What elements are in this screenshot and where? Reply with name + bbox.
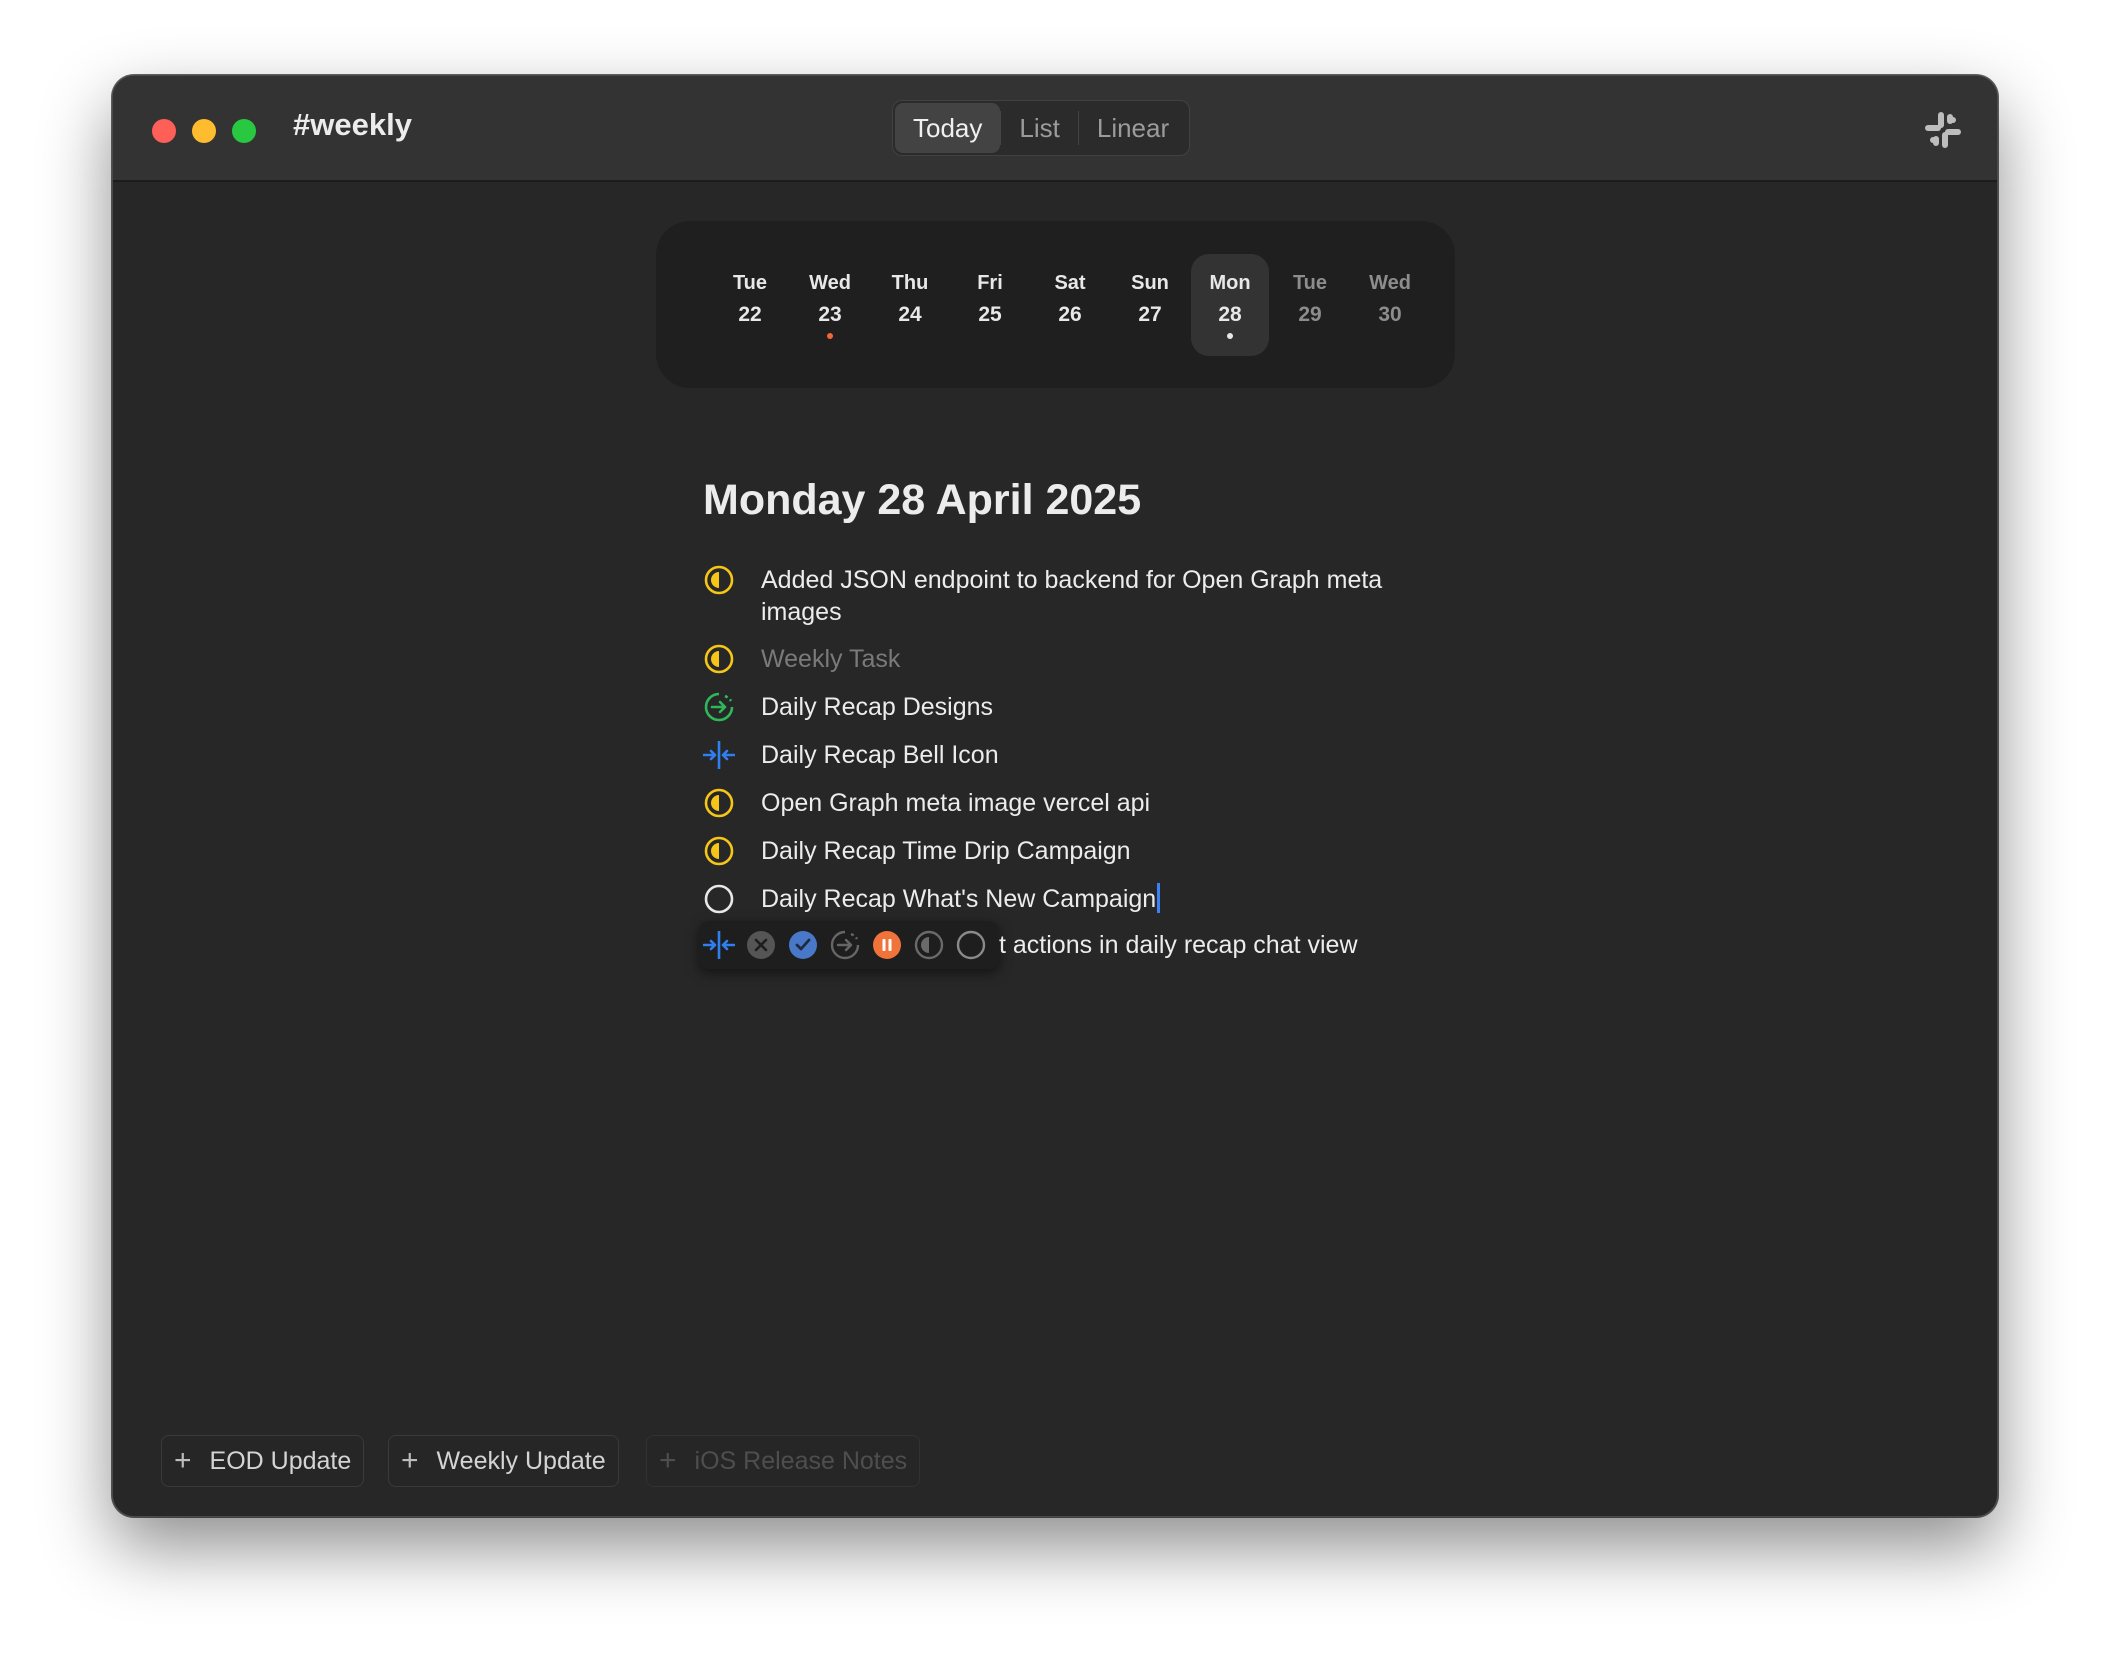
minimize-window-button[interactable] bbox=[192, 119, 216, 143]
day-number: 22 bbox=[738, 302, 762, 326]
paused-icon[interactable] bbox=[871, 929, 903, 961]
day-number: 23 bbox=[818, 302, 842, 326]
day-marker bbox=[1307, 333, 1313, 339]
day-mon-28-selected[interactable]: Mon 28 bbox=[1191, 254, 1269, 356]
close-window-button[interactable] bbox=[152, 119, 176, 143]
day-tue-22[interactable]: Tue 22 bbox=[711, 254, 789, 356]
button-label: Weekly Update bbox=[436, 1446, 606, 1475]
day-name: Tue bbox=[1292, 271, 1328, 294]
day-marker bbox=[1387, 333, 1393, 339]
today-dot bbox=[1227, 332, 1233, 339]
todo-icon[interactable] bbox=[955, 929, 987, 961]
day-wed-30[interactable]: Wed 30 bbox=[1351, 254, 1429, 356]
empty-circle-icon[interactable] bbox=[703, 883, 735, 915]
task-item[interactable]: Daily Recap Time Drip Campaign bbox=[703, 835, 1463, 867]
task-text[interactable]: Open Graph meta image vercel api bbox=[761, 787, 1150, 819]
moved-icon[interactable] bbox=[829, 929, 861, 961]
day-sat-26[interactable]: Sat 26 bbox=[1031, 254, 1109, 356]
merge-arrows-icon[interactable] bbox=[703, 929, 735, 961]
task-text[interactable]: Daily Recap Designs bbox=[761, 691, 993, 723]
task-item[interactable]: Open Graph meta image vercel api bbox=[703, 787, 1463, 819]
task-item[interactable]: Weekly Task bbox=[703, 643, 1463, 675]
day-tue-29[interactable]: Tue 29 bbox=[1271, 254, 1349, 356]
day-number: 26 bbox=[1058, 302, 1082, 326]
day-marker bbox=[987, 333, 993, 339]
task-text[interactable]: Added JSON endpoint to backend for Open … bbox=[761, 564, 1463, 628]
day-sun-27[interactable]: Sun 27 bbox=[1111, 254, 1189, 356]
day-number: 24 bbox=[898, 302, 922, 326]
task-item[interactable]: Added JSON endpoint to backend for Open … bbox=[703, 564, 1463, 628]
day-name: Thu bbox=[891, 271, 929, 294]
merge-arrows-icon[interactable] bbox=[703, 739, 735, 771]
tab-today[interactable]: Today bbox=[895, 103, 1001, 153]
tab-linear[interactable]: Linear bbox=[1079, 103, 1187, 153]
add-weekly-update-button[interactable]: + Weekly Update bbox=[388, 1435, 619, 1487]
view-switcher: Today List Linear bbox=[892, 100, 1191, 156]
channel-title: #weekly bbox=[293, 107, 412, 142]
day-name: Wed bbox=[1369, 271, 1411, 294]
half-circle-icon[interactable] bbox=[703, 787, 735, 819]
app-window: #weekly Today List Linear Tue 22 Wed 23 … bbox=[112, 75, 1998, 1517]
half-circle-icon[interactable] bbox=[703, 643, 735, 675]
day-marker bbox=[1067, 333, 1073, 339]
task-item[interactable]: Daily Recap What's New Campaign bbox=[703, 883, 1463, 915]
day-wed-23[interactable]: Wed 23 bbox=[791, 254, 869, 356]
day-name: Sat bbox=[1054, 271, 1086, 294]
add-ios-release-notes-button[interactable]: + iOS Release Notes bbox=[646, 1435, 921, 1487]
task-text[interactable]: Daily Recap Time Drip Campaign bbox=[761, 835, 1131, 867]
day-name: Wed bbox=[809, 271, 851, 294]
plus-icon: + bbox=[659, 1444, 677, 1477]
task-item[interactable]: Daily Recap Bell Icon bbox=[703, 739, 1463, 771]
task-text[interactable]: Daily Recap Bell Icon bbox=[761, 739, 999, 771]
slack-icon[interactable] bbox=[1923, 110, 1963, 150]
text-cursor bbox=[1157, 883, 1161, 913]
day-fri-25[interactable]: Fri 25 bbox=[951, 254, 1029, 356]
week-date-strip: Tue 22 Wed 23 Thu 24 Fri 25 Sat 26 Sun 2… bbox=[656, 221, 1455, 388]
day-thu-24[interactable]: Thu 24 bbox=[871, 254, 949, 356]
day-marker bbox=[747, 333, 753, 339]
plus-icon: + bbox=[401, 1444, 419, 1477]
task-text-editing[interactable]: Daily Recap What's New Campaign bbox=[761, 883, 1161, 915]
date-heading: Monday 28 April 2025 bbox=[703, 476, 1142, 524]
arrow-circle-icon[interactable] bbox=[703, 691, 735, 723]
in-progress-icon[interactable] bbox=[913, 929, 945, 961]
button-label: EOD Update bbox=[209, 1446, 352, 1475]
day-name: Tue bbox=[732, 271, 768, 294]
zoom-window-button[interactable] bbox=[232, 119, 256, 143]
tab-list[interactable]: List bbox=[1001, 103, 1077, 153]
day-number: 30 bbox=[1378, 302, 1402, 326]
cancel-icon[interactable] bbox=[745, 929, 777, 961]
day-name: Sun bbox=[1131, 271, 1169, 294]
day-activity-dot bbox=[827, 332, 833, 339]
day-number: 27 bbox=[1138, 302, 1162, 326]
half-circle-icon[interactable] bbox=[703, 564, 735, 596]
plus-icon: + bbox=[174, 1444, 192, 1477]
status-picker bbox=[699, 921, 999, 969]
add-eod-update-button[interactable]: + EOD Update bbox=[161, 1435, 365, 1487]
day-name: Mon bbox=[1209, 271, 1251, 294]
day-name: Fri bbox=[977, 271, 1003, 294]
day-number: 29 bbox=[1298, 302, 1322, 326]
title-bar: #weekly Today List Linear bbox=[113, 76, 1997, 182]
button-label: iOS Release Notes bbox=[694, 1446, 908, 1475]
task-text-partial[interactable]: t actions in daily recap chat view bbox=[999, 929, 1358, 961]
task-text: Daily Recap What's New Campaign bbox=[761, 885, 1157, 913]
half-circle-icon[interactable] bbox=[703, 835, 735, 867]
task-item[interactable]: Daily Recap Designs bbox=[703, 691, 1463, 723]
day-marker bbox=[1147, 333, 1153, 339]
day-marker bbox=[907, 333, 913, 339]
done-icon[interactable] bbox=[787, 929, 819, 961]
day-number: 25 bbox=[978, 302, 1002, 326]
day-number: 28 bbox=[1218, 302, 1242, 326]
task-text[interactable]: Weekly Task bbox=[761, 643, 900, 675]
